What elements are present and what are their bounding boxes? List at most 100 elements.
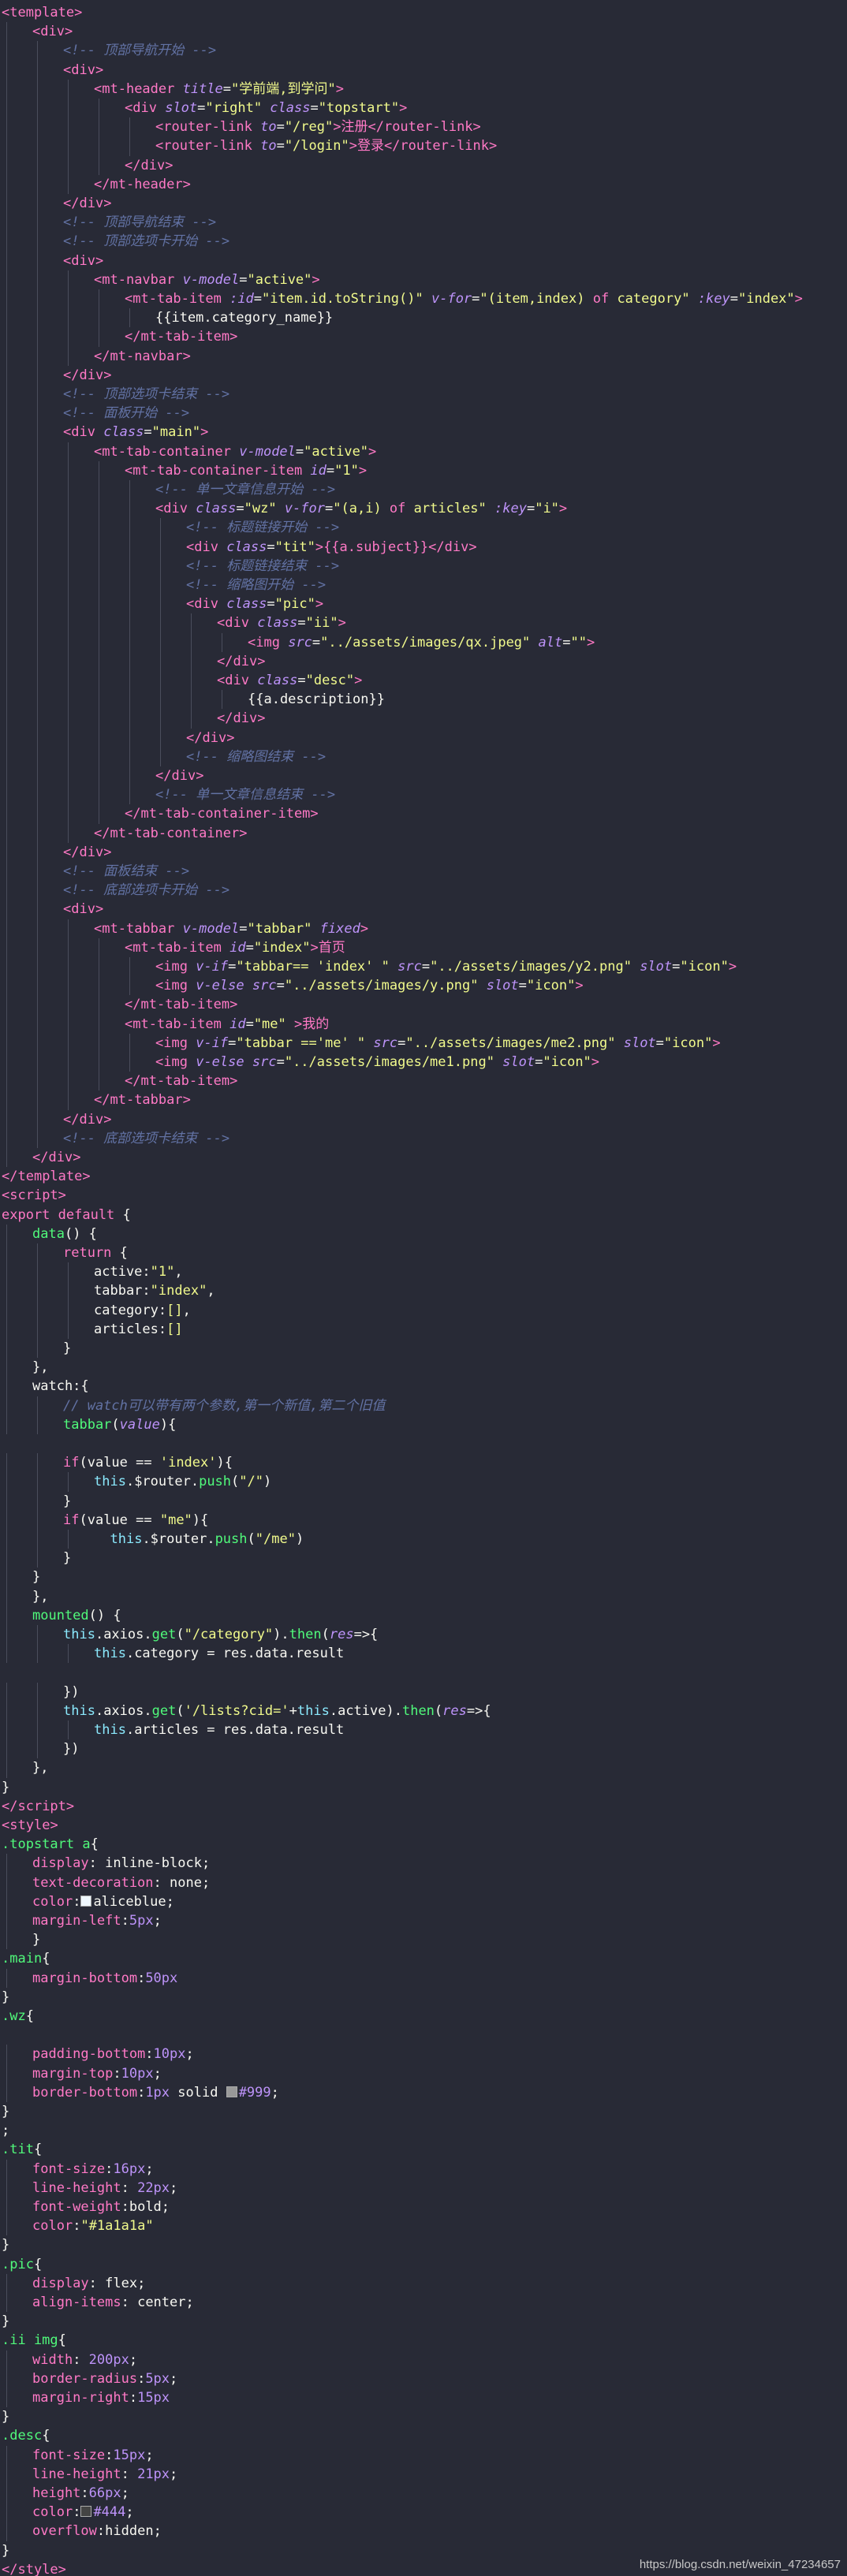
code-line: border-radius:5px; [32, 2369, 177, 2388]
code-token-tag: < [2, 1817, 10, 1833]
code-token-tag: template [17, 1169, 83, 1185]
code-token-plain: : [105, 2447, 114, 2463]
indent-guide [6, 2273, 7, 2313]
code-token-tag: </ [125, 1073, 141, 1090]
code-token-plain: {{a.description}} [248, 692, 385, 708]
code-token-plain: ; [271, 2084, 279, 2101]
code-token-number: 10px [121, 2065, 154, 2082]
code-line: <!-- 标题链接结束 --> [186, 557, 339, 576]
code-token-tag: div [79, 1111, 104, 1128]
code-token-plain: } [2, 2237, 10, 2254]
code-token-attr: class [226, 539, 267, 555]
code-line: <div class="tit">{{a.subject}}</div> [186, 538, 477, 557]
code-token-tag: </ [155, 768, 172, 784]
code-token-plain: = [518, 978, 527, 994]
code-token-this: this [297, 1702, 330, 1719]
code-token-plain: bold [129, 2199, 162, 2215]
code-token-string: "index" [738, 291, 795, 307]
code-token-attr: id [229, 939, 246, 956]
code-token-plain: ; [170, 2466, 178, 2482]
code-token-attr: class [270, 100, 311, 116]
code-token-string: "active" [304, 443, 369, 460]
code-token-tag: mt-header [102, 80, 183, 97]
code-token-attr: res [329, 1627, 354, 1642]
code-line: export default { [2, 1206, 131, 1225]
code-token-this: this [94, 1474, 126, 1490]
code-token-attr: slot [165, 100, 198, 116]
code-token-attr: title [182, 80, 223, 97]
indent-guide [37, 41, 38, 1148]
code-token-plain: active: [94, 1264, 151, 1281]
code-token-tag: > [82, 1169, 91, 1185]
code-token-comment: <!-- 缩略图结束 --> [186, 748, 326, 765]
code-token-number: 5px [145, 2370, 170, 2387]
code-token-attr: v-model [182, 920, 240, 937]
code-token-number: #444 [93, 2504, 126, 2521]
code-token-number: 15px [137, 2390, 170, 2406]
code-token-comment: <!-- 底部选项卡结束 --> [63, 1130, 230, 1146]
code-line: this.axios.get('/lists?cid='+this.active… [63, 1702, 491, 1720]
code-token-number: 22px [137, 2179, 170, 2196]
code-token-string: "tit" [274, 539, 315, 555]
code-token-tag: </ [94, 348, 110, 364]
code-token-tag: > [794, 291, 803, 307]
code-token-plain: hidden [105, 2523, 154, 2540]
code-token-attr: v-else [196, 1054, 252, 1070]
code-token-tag: < [125, 462, 133, 479]
code-token-plain: } [2, 2409, 10, 2425]
code-line: <div class="desc"> [217, 671, 362, 690]
code-line: .ii img{ [2, 2331, 66, 2350]
code-token-tag: mt-tab-container-item [140, 806, 311, 822]
code-token-tag: div [225, 615, 258, 632]
code-token-plain: , [182, 1302, 191, 1318]
code-token-plain: = [236, 501, 244, 517]
code-token-plain: = [228, 959, 237, 975]
code-token-attr: class [226, 596, 267, 613]
code-token-keyword: if [63, 1455, 80, 1471]
code-token-plain: : [113, 2065, 121, 2082]
code-token-plain: = [312, 634, 321, 651]
code-token-tag: router-link [163, 138, 261, 155]
code-line: }, [32, 1358, 48, 1377]
indent-guide [37, 1243, 38, 1359]
code-token-tag: </ [32, 1150, 49, 1165]
code-token-tag: </ [63, 844, 80, 860]
code-token-plain: ){ [159, 1416, 177, 1433]
code-token-string: "icon" [663, 1035, 713, 1051]
code-line: line-height: 21px; [32, 2465, 177, 2484]
code-token-tag: </ [94, 176, 110, 192]
code-line: tabbar:"index", [94, 1281, 215, 1300]
code-token-tag: mt-header [110, 176, 183, 192]
code-token-tag: > [591, 1054, 600, 1070]
code-token-plain: : [73, 2351, 89, 2368]
code-token-tag: div [48, 1150, 73, 1165]
code-token-property: margin-right [32, 2390, 129, 2406]
code-line: </mt-tab-item> [125, 1072, 237, 1090]
code-token-plain: () { [88, 1607, 121, 1624]
code-token-keyword: if [63, 1512, 80, 1528]
code-line: } [2, 2102, 9, 2121]
code-token-keyword: return [63, 1245, 120, 1261]
code-line: </mt-navbar> [94, 347, 191, 366]
code-line: <div class="ii"> [217, 613, 346, 632]
code-token-attr: value [119, 1416, 160, 1433]
code-token-tag: div [444, 539, 469, 555]
code-token-plain: } [32, 1932, 41, 1948]
code-token-string: "me" [253, 1016, 294, 1032]
code-token-tag: < [94, 80, 103, 97]
code-token-plain: : [153, 1874, 170, 1891]
code-line: </script> [2, 1797, 74, 1816]
code-token-selector: .wz [2, 2008, 26, 2024]
code-token-string: "1" [150, 1264, 175, 1281]
code-line: </div> [63, 1110, 111, 1129]
code-token-property: overflow [32, 2523, 97, 2540]
code-token-tag: > [399, 100, 408, 116]
code-token-tag: < [125, 1016, 133, 1032]
code-token-plain: = [295, 443, 304, 460]
code-editor[interactable]: <template> <div> <!-- 顶部导航开始 --> <div> <mt-h… [0, 0, 847, 2576]
code-token-plain: }, [32, 1760, 49, 1776]
code-token-comment: <!-- 顶部选项卡开始 --> [63, 233, 230, 250]
code-token-plain: .active). [329, 1702, 402, 1719]
code-token-string: "main" [151, 424, 201, 441]
